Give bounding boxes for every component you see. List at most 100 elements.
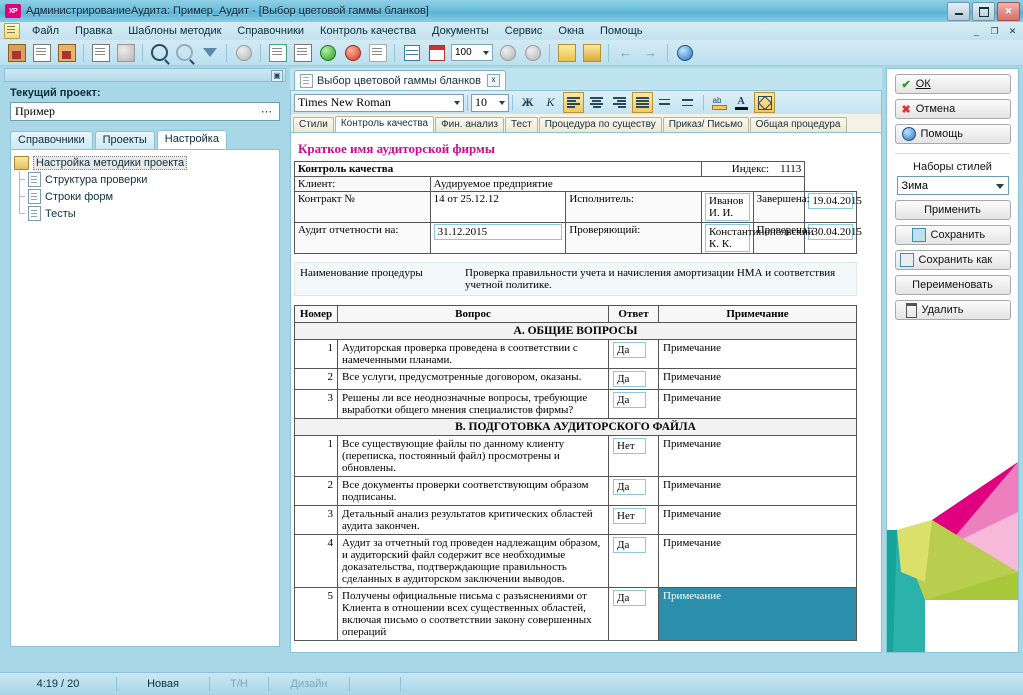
align-justify-icon[interactable] [632,92,653,113]
mdi-minimize-button[interactable]: _ [968,23,985,39]
sidebar-tab-settings[interactable]: Настройка [157,130,227,149]
row-note[interactable]: Примечание [659,436,857,477]
table-row[interactable]: 5 Получены официальные письма с разъясне… [295,588,857,641]
table-row[interactable]: 2 Все документы проверки соответствующим… [295,477,857,506]
menu-references[interactable]: Справочники [229,23,312,39]
print-icon[interactable] [114,41,137,64]
report-icon[interactable] [580,41,603,64]
help-button[interactable]: Помощь [895,124,1011,144]
prev-icon[interactable] [496,41,519,64]
checked-field[interactable]: 30.04.2015 [808,224,853,240]
maximize-button[interactable] [972,2,995,21]
italic-button[interactable]: К [540,92,561,113]
sidebar-tab-references[interactable]: Справочники [10,131,93,149]
answer-field[interactable]: Да [613,342,646,358]
rename-button[interactable]: Переименовать [895,275,1011,295]
table-row[interactable]: 1 Аудиторская проверка проведена в соотв… [295,340,857,369]
open-doc-icon[interactable] [55,41,78,64]
answer-field[interactable]: Да [613,392,646,408]
basket-icon[interactable] [555,41,578,64]
table-row[interactable]: 3 Детальный анализ результатов критическ… [295,506,857,535]
borders-icon[interactable] [754,92,775,113]
row-note[interactable]: Примечание [659,535,857,588]
font-size-combobox[interactable]: 10 [471,94,509,112]
reviewer-field[interactable]: Константинопольский К. К. [705,224,750,252]
tab-test[interactable]: Тест [505,117,538,132]
ellipsis-button[interactable]: ⋯ [261,105,273,118]
align-left-icon[interactable] [563,92,584,113]
copy-record-icon[interactable] [291,41,314,64]
line-spacing-2-icon[interactable] [678,92,699,113]
row-note-selected[interactable]: Примечание [659,588,857,641]
close-icon[interactable]: x [487,74,500,87]
completed-field[interactable]: 19.04.2015 [808,193,853,209]
tree-node-tests[interactable]: Тесты [14,205,279,222]
font-name-combobox[interactable]: Times New Roman [294,94,464,112]
form-canvas[interactable]: Краткое имя аудиторской фирмы Контроль к… [290,132,882,653]
row-note[interactable]: Примечание [659,506,857,535]
answer-field[interactable]: Да [613,371,646,387]
cancel-filter-icon[interactable] [232,41,255,64]
answer-field[interactable]: Да [613,590,646,606]
save-button[interactable]: Сохранить [895,225,1011,245]
table-row[interactable]: 4 Аудит за отчетный год проведен надлежа… [295,535,857,588]
bold-button[interactable]: Ж [517,92,538,113]
tab-quality-control[interactable]: Контроль качества [335,116,434,132]
line-spacing-1-icon[interactable] [655,92,676,113]
menu-file[interactable]: Файл [24,23,67,39]
forward-icon[interactable]: → [639,41,662,64]
tab-substantive-procedure[interactable]: Процедура по существу [539,117,662,132]
back-icon[interactable]: ← [614,41,637,64]
print-preview-icon[interactable] [89,41,112,64]
menu-help[interactable]: Помощь [592,23,651,39]
new-record-icon[interactable] [266,41,289,64]
menu-service[interactable]: Сервис [497,23,551,39]
apply-button[interactable]: Применить [895,200,1011,220]
copy-doc-icon[interactable] [30,41,53,64]
font-color-icon[interactable]: A [731,92,752,113]
find-next-icon[interactable] [173,41,196,64]
tree-node-root[interactable]: Настройка методики проекта [14,154,279,171]
mdi-close-button[interactable]: ✕ [1004,23,1021,39]
menu-quality-control[interactable]: Контроль качества [312,23,424,39]
tab-financial-analysis[interactable]: Фин. анализ [435,117,504,132]
sidebar-tab-projects[interactable]: Проекты [95,131,155,149]
grid-icon[interactable] [400,41,423,64]
pin-icon[interactable]: ▣ [271,70,283,82]
report-date-field[interactable]: 31.12.2015 [434,224,563,240]
refresh-icon[interactable] [366,41,389,64]
next-icon[interactable] [521,41,544,64]
tree-node-form-rows[interactable]: Строки форм [14,188,279,205]
style-set-combobox[interactable]: Зима [897,176,1009,195]
row-note[interactable]: Примечание [659,369,857,390]
tree-node-structure[interactable]: Структура проверки [14,171,279,188]
table-row[interactable]: 3 Решены ли все неоднозначные вопросы, т… [295,390,857,419]
delete-button[interactable]: Удалить [895,300,1011,320]
filter-icon[interactable] [198,41,221,64]
answer-field[interactable]: Да [613,479,646,495]
menu-edit[interactable]: Правка [67,23,120,39]
ok-button[interactable]: ✔ ОК [895,74,1011,94]
mdi-system-menu-icon[interactable] [4,23,20,39]
mdi-restore-button[interactable]: ❐ [986,23,1003,39]
calendar-icon[interactable] [425,41,448,64]
answer-field[interactable]: Нет [613,438,646,454]
current-project-input[interactable]: Пример ⋯ [10,102,280,121]
highlight-color-icon[interactable]: ab [708,92,729,113]
zoom-combobox[interactable]: 100 [451,44,493,61]
executor-field[interactable]: Иванов И. И. [705,193,750,221]
close-button[interactable]: ✕ [997,2,1020,21]
tab-order-letter[interactable]: Приказ/ Письмо [663,117,749,132]
find-icon[interactable] [148,41,171,64]
row-note[interactable]: Примечание [659,477,857,506]
menu-windows[interactable]: Окна [550,23,592,39]
save-as-button[interactable]: Сохранить как [895,250,1011,270]
tab-general-procedure[interactable]: Общая процедура [750,117,847,132]
row-note[interactable]: Примечание [659,390,857,419]
tab-styles[interactable]: Стили [293,117,334,132]
align-right-icon[interactable] [609,92,630,113]
answer-field[interactable]: Да [613,537,646,553]
menu-method-templates[interactable]: Шаблоны методик [120,23,229,39]
minimize-button[interactable] [947,2,970,21]
answer-field[interactable]: Нет [613,508,646,524]
